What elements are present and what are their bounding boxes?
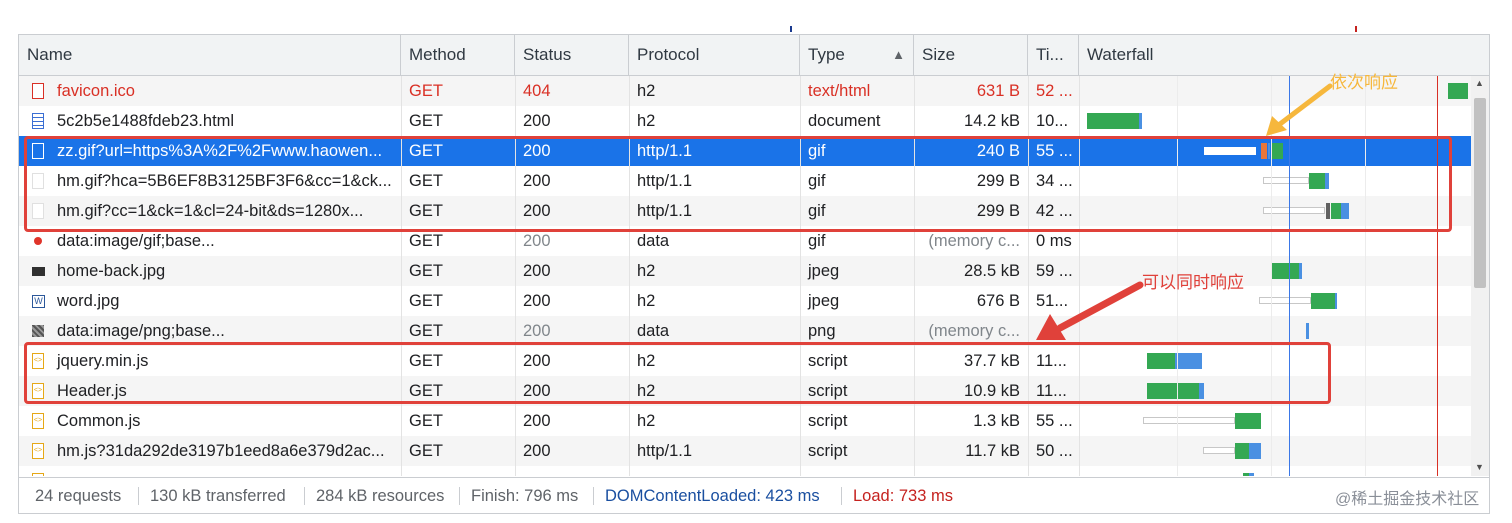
parallel-arrow-icon — [1036, 281, 1144, 340]
annotation-arrows — [1036, 83, 1333, 340]
watermark: @稀土掘金技术社区 — [1335, 491, 1480, 508]
parallel-annotation: 可以同时响应 — [1142, 273, 1244, 292]
sequential-annotation: 依次响应 — [1330, 73, 1398, 92]
sequential-arrow-icon — [1266, 83, 1333, 136]
